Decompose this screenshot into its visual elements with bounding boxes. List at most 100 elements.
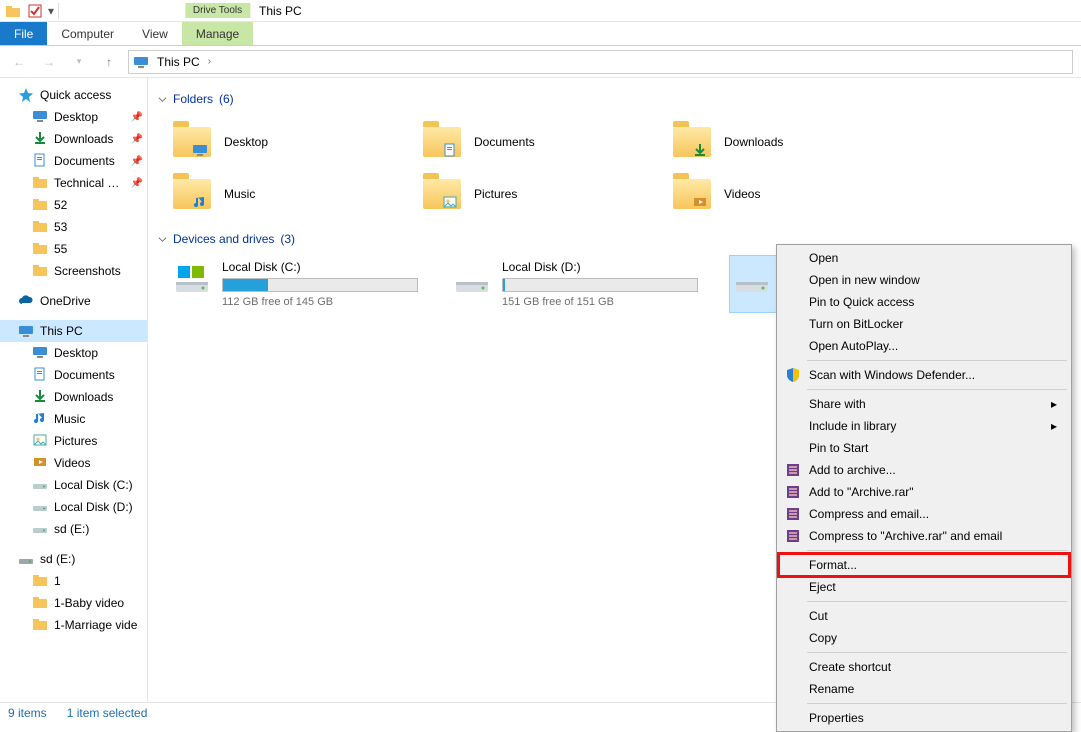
chevron-down-icon [158, 95, 167, 104]
nav-sd[interactable]: sd (E:) [0, 548, 147, 570]
folder-icon [422, 122, 462, 162]
folder-icon [32, 594, 48, 613]
music-icon [192, 194, 214, 216]
recent-dropdown-icon[interactable]: ▾ [68, 51, 90, 73]
nav-item[interactable]: 55 [0, 238, 147, 260]
context-menu-item[interactable]: Add to "Archive.rar" [779, 481, 1069, 503]
nav-item[interactable]: Documents📌 [0, 150, 147, 172]
nav-quick-access[interactable]: Quick access [0, 84, 147, 106]
folder-label: Desktop [224, 135, 268, 149]
nav-item[interactable]: Music [0, 408, 147, 430]
context-menu-item[interactable]: Copy [779, 627, 1069, 649]
context-menu-label: Add to archive... [809, 463, 896, 477]
properties-icon[interactable] [26, 2, 44, 20]
nav-item[interactable]: Screenshots [0, 260, 147, 282]
nav-item[interactable]: 1-Baby video [0, 592, 147, 614]
context-menu-item[interactable]: Include in library▸ [779, 415, 1069, 437]
context-menu-item[interactable]: Compress and email... [779, 503, 1069, 525]
nav-item[interactable]: 52 [0, 194, 147, 216]
nav-item-label: 52 [54, 198, 67, 212]
context-menu-item[interactable]: Rename [779, 678, 1069, 700]
nav-item-label: Technical Cor [54, 176, 125, 190]
ribbon-tabs: File Computer View Drive Tools Manage [0, 22, 1081, 46]
nav-item[interactable]: Desktop [0, 342, 147, 364]
section-folders[interactable]: Folders (6) [158, 92, 1071, 106]
chevron-down-icon[interactable]: ▾ [48, 4, 54, 18]
tab-computer[interactable]: Computer [47, 22, 128, 45]
folder-item[interactable]: Videos [670, 168, 880, 220]
drive-icon [18, 551, 34, 567]
back-button[interactable]: ← [8, 51, 30, 73]
drive-item[interactable]: Local Disk (D:)151 GB free of 151 GB [450, 256, 700, 312]
tab-file[interactable]: File [0, 22, 47, 45]
context-menu-separator [807, 550, 1067, 551]
context-menu-item[interactable]: Format... [779, 554, 1069, 576]
nav-item[interactable]: 1 [0, 570, 147, 592]
tab-manage[interactable]: Drive Tools Manage [182, 22, 253, 45]
context-menu-item[interactable]: Turn on BitLocker [779, 313, 1069, 335]
context-menu-item[interactable]: Scan with Windows Defender... [779, 364, 1069, 386]
nav-onedrive[interactable]: OneDrive [0, 290, 147, 312]
nav-item[interactable]: Videos [0, 452, 147, 474]
drives-count: (3) [280, 232, 295, 246]
nav-item[interactable]: Local Disk (C:) [0, 474, 147, 496]
drives-title: Devices and drives [173, 232, 274, 246]
nav-item[interactable]: Downloads [0, 386, 147, 408]
forward-button[interactable]: → [38, 51, 60, 73]
nav-item[interactable]: Local Disk (D:) [0, 496, 147, 518]
drive-item[interactable]: Local Disk (C:)112 GB free of 145 GB [170, 256, 420, 312]
nav-item[interactable]: Technical Cor📌 [0, 172, 147, 194]
folder-icon [672, 174, 712, 214]
address-bar[interactable]: This PC › [128, 50, 1073, 74]
videos-icon [32, 454, 48, 473]
context-menu: Open Open in new window Pin to Quick acces… [776, 244, 1072, 732]
nav-item[interactable]: Documents [0, 364, 147, 386]
folder-icon[interactable] [4, 2, 22, 20]
submenu-arrow-icon: ▸ [1051, 419, 1057, 433]
downloads-icon [32, 388, 48, 407]
context-menu-item[interactable]: Pin to Quick access [779, 291, 1069, 313]
downloads-icon [692, 142, 714, 164]
context-menu-item[interactable]: Open [779, 247, 1069, 269]
context-menu-item[interactable]: Share with▸ [779, 393, 1069, 415]
context-menu-item[interactable]: Add to archive... [779, 459, 1069, 481]
up-button[interactable]: ↑ [98, 51, 120, 73]
breadcrumb[interactable]: This PC [153, 55, 204, 69]
context-menu-item[interactable]: Open AutoPlay... [779, 335, 1069, 357]
nav-item[interactable]: sd (E:) [0, 518, 147, 540]
documents-icon [442, 142, 464, 164]
context-menu-item[interactable]: Pin to Start [779, 437, 1069, 459]
context-menu-item[interactable]: Cut [779, 605, 1069, 627]
folder-item[interactable]: Documents [420, 116, 630, 168]
context-menu-label: Open AutoPlay... [809, 339, 898, 353]
nav-this-pc[interactable]: This PC [0, 320, 147, 342]
context-menu-item[interactable]: Create shortcut [779, 656, 1069, 678]
nav-item[interactable]: Desktop📌 [0, 106, 147, 128]
context-menu-item[interactable]: Compress to "Archive.rar" and email [779, 525, 1069, 547]
cloud-icon [18, 293, 34, 309]
context-menu-item[interactable]: Eject [779, 576, 1069, 598]
chevron-right-icon[interactable]: › [208, 56, 211, 67]
context-menu-label: Open in new window [809, 273, 920, 287]
nav-item[interactable]: Pictures [0, 430, 147, 452]
context-menu-label: Add to "Archive.rar" [809, 485, 914, 499]
nav-item[interactable]: Downloads📌 [0, 128, 147, 150]
folder-item[interactable]: Pictures [420, 168, 630, 220]
folder-item[interactable]: Downloads [670, 116, 880, 168]
tab-view[interactable]: View [128, 22, 182, 45]
context-menu-item[interactable]: Open in new window [779, 269, 1069, 291]
folder-item[interactable]: Music [170, 168, 380, 220]
nav-item-label: Desktop [54, 110, 98, 124]
context-menu-label: Cut [809, 609, 828, 623]
navigation-bar: ← → ▾ ↑ This PC › [0, 46, 1081, 78]
videos-icon [692, 194, 714, 216]
music-icon [32, 410, 48, 429]
folder-item[interactable]: Desktop [170, 116, 380, 168]
nav-item[interactable]: 1-Marriage vide [0, 614, 147, 636]
context-menu-label: Rename [809, 682, 854, 696]
nav-item-label: Videos [54, 456, 90, 470]
nav-item[interactable]: 53 [0, 216, 147, 238]
documents-icon [32, 366, 48, 385]
folder-icon [172, 174, 212, 214]
context-menu-item[interactable]: Properties [779, 707, 1069, 729]
